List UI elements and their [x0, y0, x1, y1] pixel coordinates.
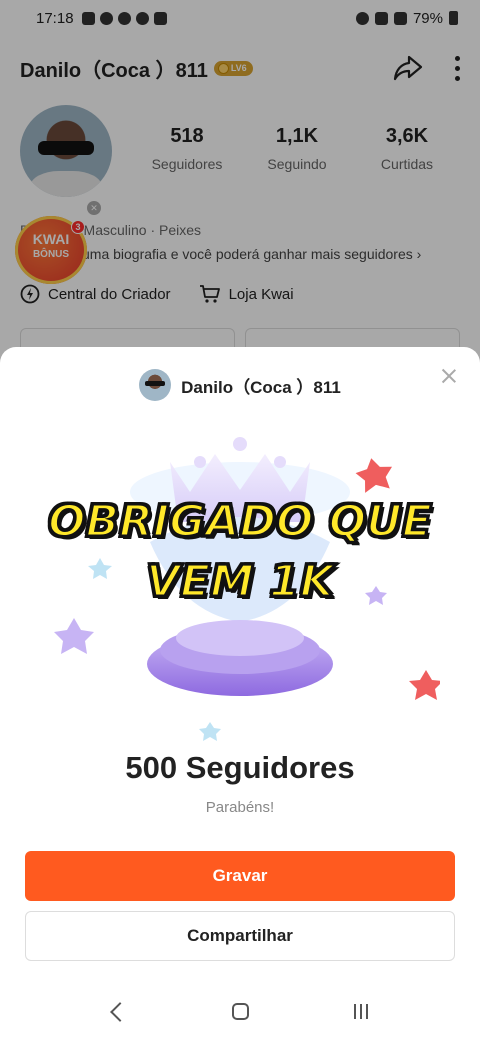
milestone-sheet: Danilo（Coca ）811 OBRIGADO QUE VEM 1K 500…: [0, 347, 480, 1040]
video-caption-overlay: OBRIGADO QUE VEM 1K: [0, 492, 480, 612]
milestone-title: 500 Seguidores: [125, 750, 355, 785]
back-icon[interactable]: [109, 1001, 130, 1022]
sheet-user-name: Danilo（Coca ）811: [181, 377, 341, 397]
system-nav-bar: [0, 983, 480, 1040]
share-button[interactable]: Compartilhar: [25, 911, 455, 961]
congrats-text: Parabéns!: [205, 799, 275, 816]
record-button[interactable]: Gravar: [25, 851, 455, 901]
home-icon[interactable]: [231, 1003, 249, 1020]
avatar: [139, 369, 172, 401]
caption-line-1: OBRIGADO QUE: [47, 495, 434, 549]
sheet-header: Danilo（Coca ）811: [0, 369, 480, 401]
close-icon[interactable]: [440, 367, 458, 385]
recents-icon[interactable]: [353, 1004, 368, 1019]
caption-line-2: VEM 1K: [145, 555, 336, 609]
